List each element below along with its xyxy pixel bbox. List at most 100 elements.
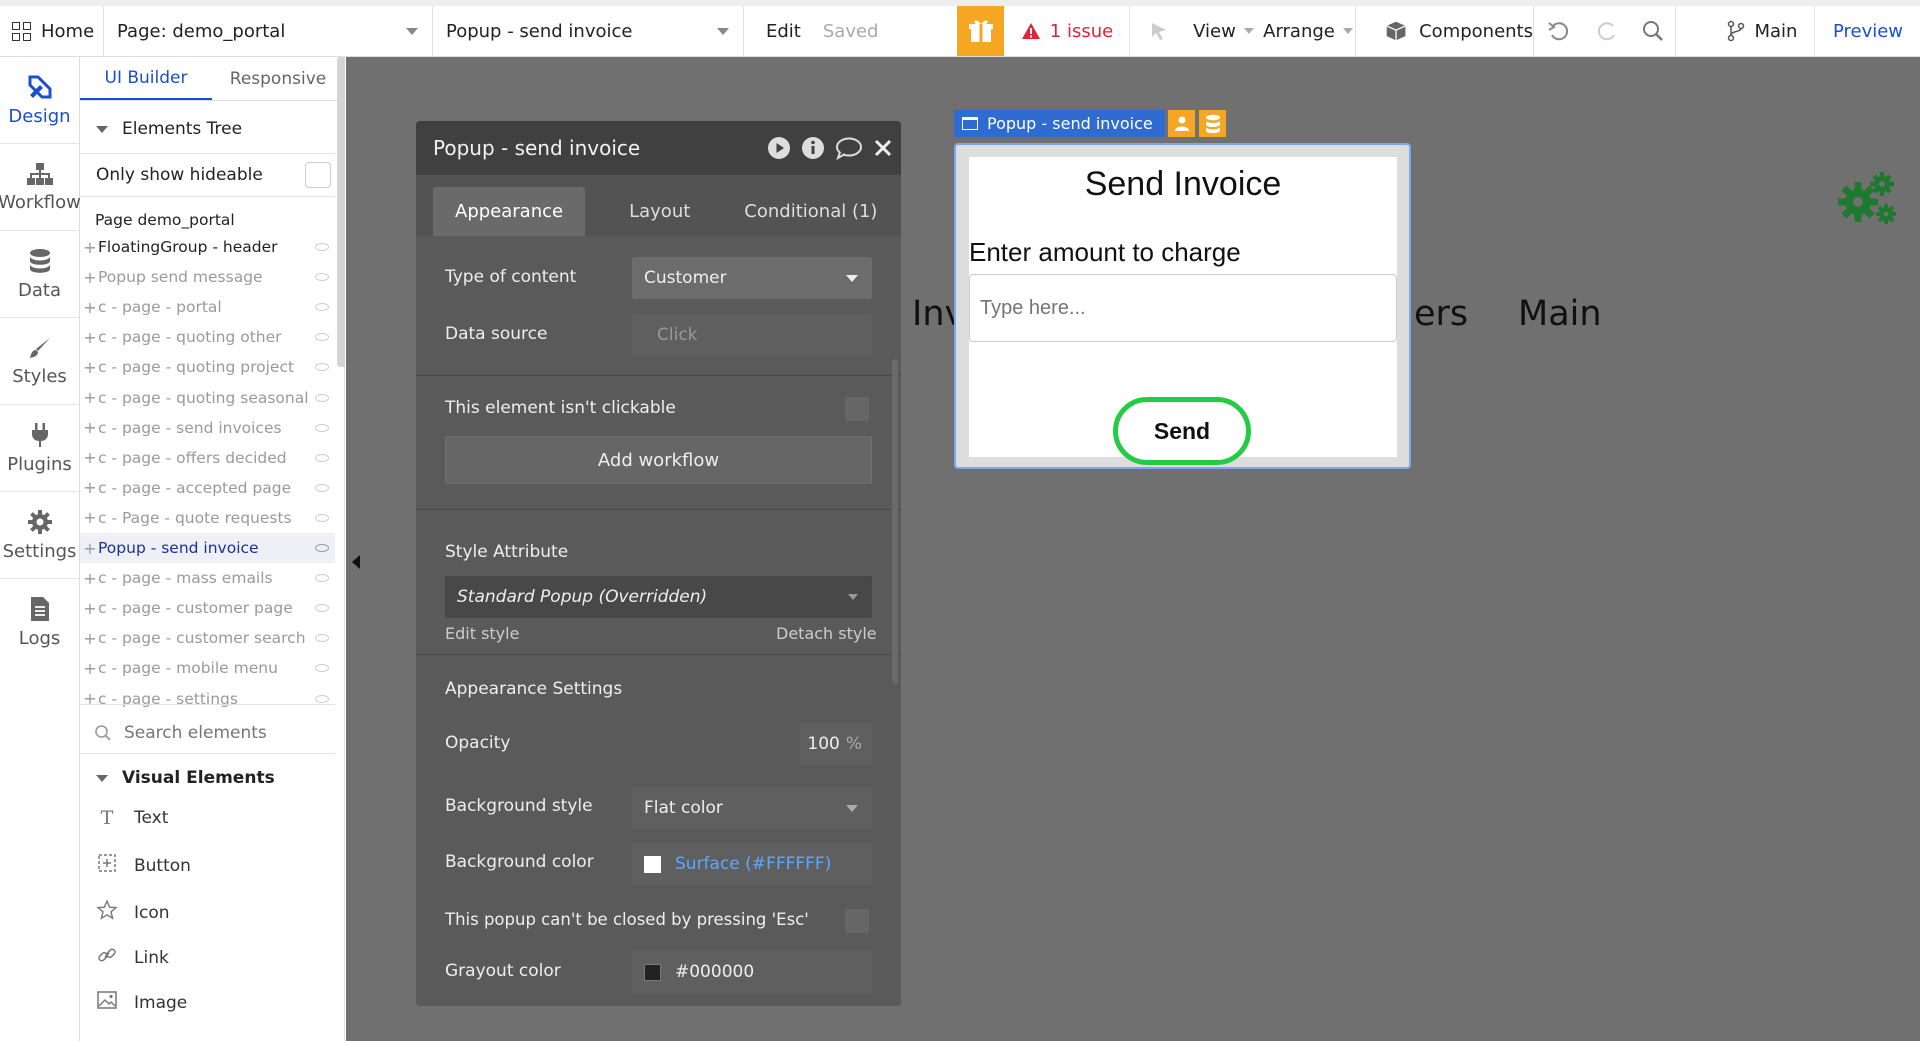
- eye-icon[interactable]: [315, 544, 329, 552]
- visual-element-text[interactable]: T Text: [94, 807, 169, 829]
- tree-item[interactable]: + c - page - mass emails: [80, 563, 335, 593]
- eye-icon[interactable]: [315, 423, 329, 432]
- components-button[interactable]: Components: [1369, 6, 1534, 56]
- expand-plus-icon[interactable]: +: [82, 358, 98, 377]
- eye-icon[interactable]: [315, 333, 329, 342]
- close-icon[interactable]: [873, 138, 893, 158]
- background-style-select[interactable]: Flat color: [632, 787, 872, 829]
- expand-plus-icon[interactable]: +: [82, 478, 98, 497]
- nav-data[interactable]: Data: [0, 231, 79, 318]
- collapse-panel-handle[interactable]: [352, 555, 360, 569]
- eye-icon[interactable]: [315, 634, 329, 643]
- expand-plus-icon[interactable]: +: [82, 418, 98, 437]
- nav-logs[interactable]: Logs: [0, 579, 79, 666]
- send-button[interactable]: Send: [1113, 397, 1251, 465]
- tree-item[interactable]: + c - page - send invoices: [80, 413, 335, 443]
- amount-input[interactable]: [969, 274, 1397, 342]
- expand-plus-icon[interactable]: +: [82, 539, 98, 558]
- grayout-color-picker[interactable]: #000000: [632, 951, 872, 993]
- eye-icon[interactable]: [315, 363, 329, 372]
- eye-icon[interactable]: [315, 574, 329, 583]
- esc-close-checkbox[interactable]: [844, 908, 870, 934]
- gift-button[interactable]: [957, 6, 1004, 56]
- expand-plus-icon[interactable]: +: [82, 388, 98, 407]
- tree-item-page-root[interactable]: Page demo_portal: [80, 205, 335, 235]
- tree-item[interactable]: + c - page - customer search: [80, 623, 335, 653]
- eye-icon[interactable]: [315, 513, 329, 522]
- eye-icon[interactable]: [315, 604, 329, 613]
- eye-icon[interactable]: [315, 273, 329, 282]
- eye-icon[interactable]: [315, 453, 329, 462]
- tree-item[interactable]: + Popup - send invoice: [80, 533, 335, 563]
- issues-button[interactable]: 1 issue: [1005, 6, 1130, 56]
- visual-elements-header[interactable]: Visual Elements: [96, 760, 275, 796]
- type-of-content-select[interactable]: Customer: [632, 257, 872, 299]
- add-workflow-button[interactable]: Add workflow: [445, 436, 872, 484]
- play-icon[interactable]: [767, 136, 791, 160]
- nav-workflow[interactable]: Workflow: [0, 144, 81, 231]
- arrange-menu[interactable]: Arrange: [1261, 6, 1356, 56]
- info-icon[interactable]: [801, 136, 825, 160]
- tree-item[interactable]: + FloatingGroup - header: [80, 232, 335, 262]
- eye-icon[interactable]: [315, 694, 329, 703]
- nav-design[interactable]: Design: [0, 57, 79, 144]
- expand-plus-icon[interactable]: +: [82, 508, 98, 527]
- search-elements[interactable]: [94, 713, 329, 753]
- only-hideable-checkbox[interactable]: [305, 162, 331, 188]
- expand-plus-icon[interactable]: +: [82, 298, 98, 317]
- expand-plus-icon[interactable]: +: [82, 629, 98, 648]
- tab-appearance[interactable]: Appearance: [433, 187, 586, 236]
- background-color-picker[interactable]: Surface (#FFFFFF): [632, 843, 872, 885]
- tree-item[interactable]: + c - page - quoting project: [80, 352, 335, 382]
- page-select[interactable]: Page: demo_portal: [105, 6, 433, 56]
- tree-item[interactable]: + c - Page - quote requests: [80, 503, 335, 533]
- visual-element-button[interactable]: Button: [94, 853, 191, 878]
- visual-element-icon[interactable]: Icon: [94, 899, 170, 926]
- redo-button[interactable]: [1583, 6, 1631, 56]
- tree-item[interactable]: + c - page - customer page: [80, 593, 335, 623]
- panel-scrollbar[interactable]: [337, 57, 345, 367]
- element-select[interactable]: Popup - send invoice: [434, 6, 744, 56]
- popup-name-tag[interactable]: Popup - send invoice: [954, 110, 1165, 137]
- search-elements-input[interactable]: [124, 723, 314, 743]
- expand-plus-icon[interactable]: +: [82, 268, 98, 287]
- eye-icon[interactable]: [315, 393, 329, 402]
- expand-plus-icon[interactable]: +: [82, 659, 98, 678]
- eye-icon[interactable]: [315, 483, 329, 492]
- nav-plugins[interactable]: Plugins: [0, 405, 79, 492]
- expand-plus-icon[interactable]: +: [82, 328, 98, 347]
- expand-plus-icon[interactable]: +: [82, 569, 98, 588]
- expand-plus-icon[interactable]: +: [82, 599, 98, 618]
- detach-style-link[interactable]: Detach style: [776, 624, 877, 643]
- expand-plus-icon[interactable]: +: [82, 448, 98, 467]
- tab-conditional[interactable]: Conditional (1): [712, 187, 899, 236]
- visual-element-link[interactable]: Link: [94, 945, 169, 970]
- property-scrollbar[interactable]: [892, 359, 898, 684]
- not-clickable-checkbox[interactable]: [844, 396, 870, 422]
- tab-ui-builder[interactable]: UI Builder: [80, 57, 212, 100]
- expand-plus-icon[interactable]: +: [82, 238, 98, 257]
- home-button[interactable]: Home: [0, 6, 104, 56]
- view-menu[interactable]: View: [1186, 6, 1261, 56]
- tree-item[interactable]: + c - page - quoting seasonal: [80, 383, 335, 413]
- tab-responsive[interactable]: Responsive: [212, 57, 344, 100]
- tree-item[interactable]: + c - page - accepted page: [80, 473, 335, 503]
- comment-icon[interactable]: [835, 136, 863, 160]
- eye-icon[interactable]: [315, 243, 329, 251]
- tree-item[interactable]: + c - page - settings: [80, 684, 335, 714]
- edit-style-link[interactable]: Edit style: [445, 624, 519, 643]
- nav-settings[interactable]: Settings: [0, 492, 79, 579]
- search-button[interactable]: [1631, 6, 1676, 56]
- undo-button[interactable]: [1535, 6, 1583, 56]
- style-select[interactable]: Standard Popup (Overridden): [445, 576, 872, 618]
- popup-send-invoice[interactable]: Send Invoice Enter amount to charge Send: [954, 143, 1411, 469]
- gears-icon[interactable]: [1834, 170, 1900, 230]
- opacity-input[interactable]: 100 %: [800, 723, 872, 765]
- expand-plus-icon[interactable]: +: [82, 689, 98, 708]
- person-badge[interactable]: [1168, 110, 1195, 137]
- tree-item[interactable]: + c - page - portal: [80, 292, 335, 322]
- inspect-button[interactable]: [1131, 6, 1186, 56]
- eye-icon[interactable]: [315, 303, 329, 312]
- tree-item[interactable]: + c - page - quoting other: [80, 322, 335, 352]
- nav-styles[interactable]: Styles: [0, 318, 79, 405]
